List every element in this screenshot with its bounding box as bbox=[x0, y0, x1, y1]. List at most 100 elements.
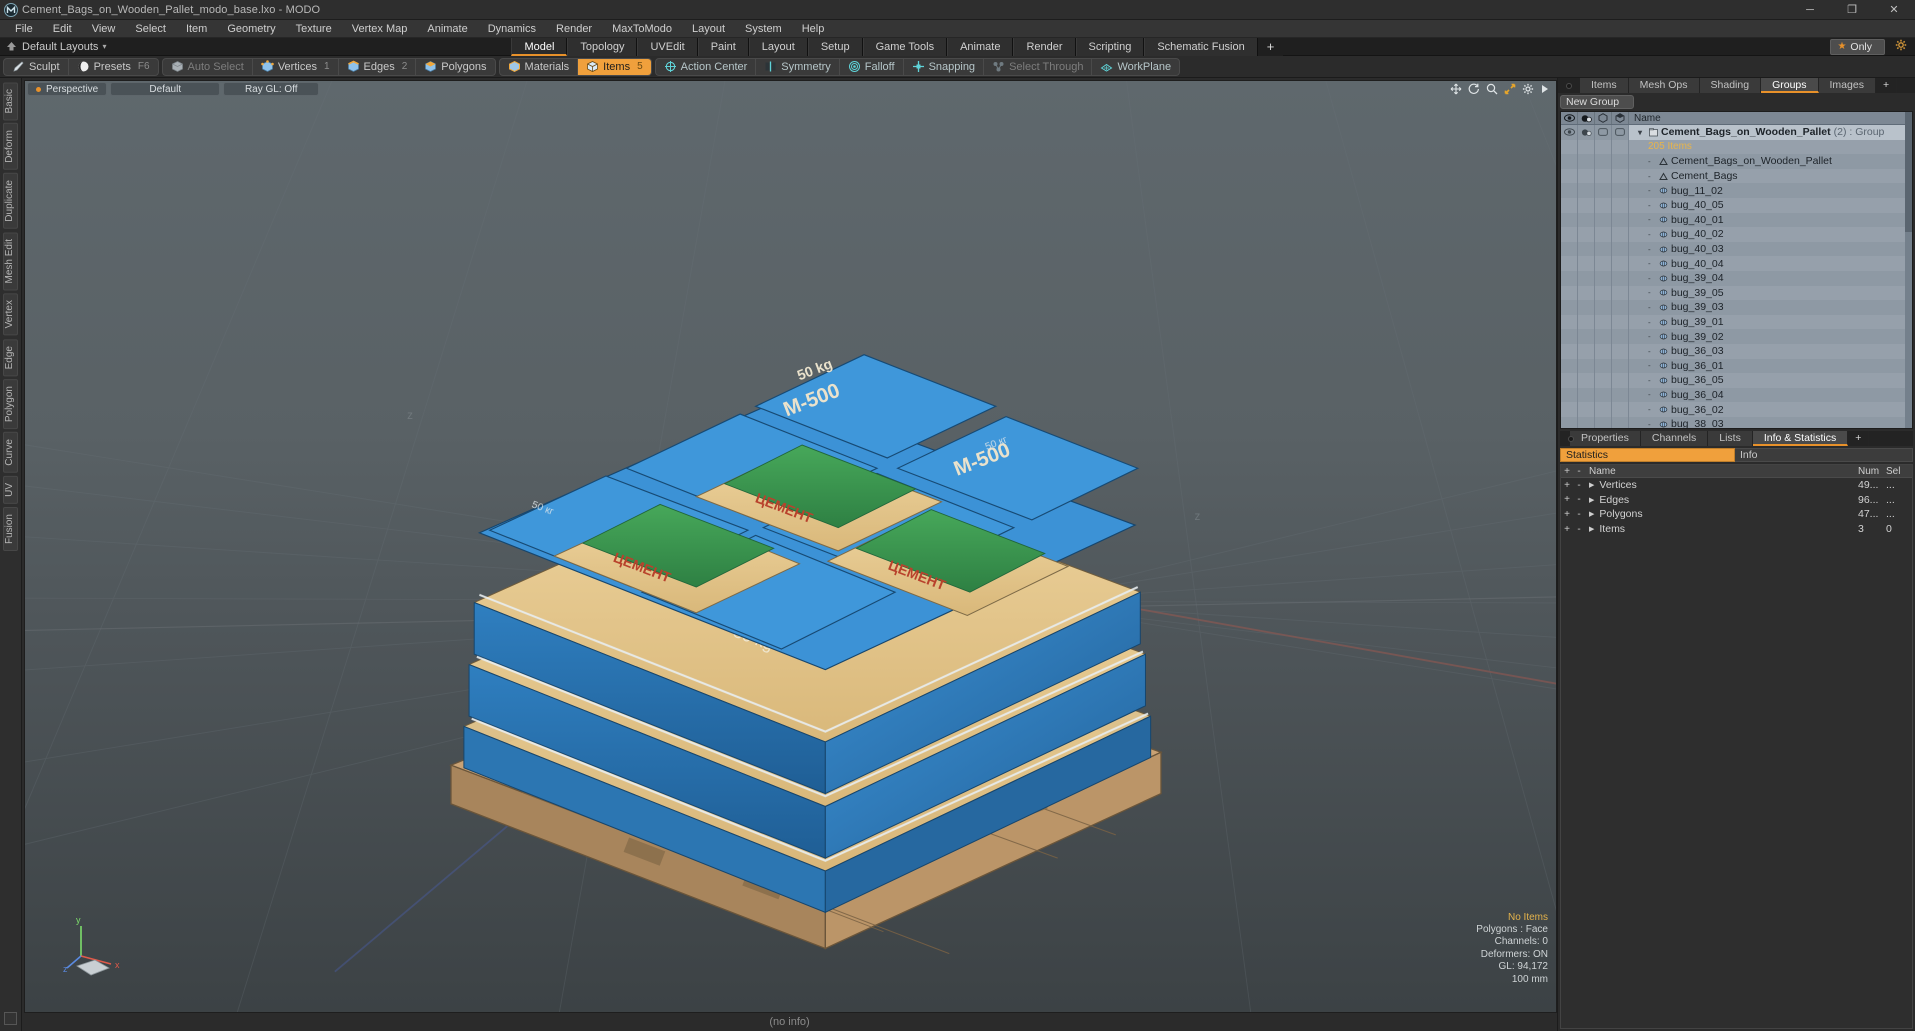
shade-toggle-checkbox[interactable] bbox=[1612, 168, 1629, 184]
wire-toggle-checkbox[interactable] bbox=[1595, 300, 1612, 315]
layout-tab-paint[interactable]: Paint bbox=[697, 37, 749, 56]
expand-triangle-icon[interactable]: ▶ bbox=[1589, 481, 1594, 489]
tree-row[interactable]: ‐ bug_40_03 bbox=[1629, 242, 1905, 257]
add-layout-tab-button[interactable]: + bbox=[1257, 37, 1284, 56]
tree-scrollbar[interactable] bbox=[1905, 112, 1912, 428]
eye-toggle-icon[interactable] bbox=[1561, 241, 1578, 257]
render-toggle-icon[interactable] bbox=[1578, 125, 1595, 140]
statistics-row[interactable]: + - ▶ Polygons 47...... bbox=[1561, 507, 1912, 522]
shade-toggle-checkbox[interactable] bbox=[1612, 125, 1629, 140]
tree-expander-icon[interactable]: ‐ bbox=[1648, 390, 1656, 399]
menu-item-edit[interactable]: Edit bbox=[43, 20, 82, 38]
layout-tab-render[interactable]: Render bbox=[1013, 37, 1076, 56]
render-toggle-icon[interactable] bbox=[1578, 373, 1595, 388]
wire-toggle-checkbox[interactable] bbox=[1595, 256, 1612, 271]
tree-expander-icon[interactable]: ‐ bbox=[1648, 230, 1656, 239]
shade-toggle-checkbox[interactable] bbox=[1612, 300, 1629, 315]
menu-item-item[interactable]: Item bbox=[176, 20, 217, 38]
layout-tab-scripting[interactable]: Scripting bbox=[1075, 37, 1145, 56]
left-tab-mesh-edit[interactable]: Mesh Edit bbox=[3, 231, 18, 291]
tree-expander-icon[interactable]: ‐ bbox=[1648, 172, 1656, 181]
tree-row[interactable]: ‐ bug_36_01 bbox=[1629, 359, 1905, 374]
menu-item-view[interactable]: View bbox=[82, 20, 126, 38]
render-toggle-icon[interactable] bbox=[1578, 387, 1595, 403]
maximize-button[interactable]: ❐ bbox=[1831, 0, 1873, 20]
tree-scroll-thumb[interactable] bbox=[1905, 112, 1912, 232]
expand-triangle-icon[interactable]: ▶ bbox=[1589, 510, 1594, 518]
shade-toggle-checkbox[interactable] bbox=[1612, 139, 1629, 155]
tree-expander-icon[interactable]: ▾ bbox=[1638, 128, 1646, 137]
tool-workplane[interactable]: WorkPlane bbox=[1092, 59, 1179, 75]
fit-icon[interactable] bbox=[1504, 83, 1516, 95]
tree-row[interactable]: ‐ bug_36_05 bbox=[1629, 373, 1905, 388]
wire-toggle-checkbox[interactable] bbox=[1595, 358, 1612, 374]
minimize-button[interactable]: ─ bbox=[1789, 0, 1831, 20]
menu-item-vertex-map[interactable]: Vertex Map bbox=[342, 20, 418, 38]
stats-remove-button[interactable]: - bbox=[1573, 524, 1585, 535]
group-tree[interactable]: Name ▾ Cement_Bags_on_Wooden_Pallet (2) : … bbox=[1560, 111, 1913, 429]
shade-icon[interactable] bbox=[1612, 112, 1629, 124]
stats-add-button[interactable]: + bbox=[1561, 480, 1573, 491]
wire-toggle-checkbox[interactable] bbox=[1595, 329, 1612, 344]
wire-toggle-checkbox[interactable] bbox=[1595, 125, 1612, 140]
stats-tab-properties[interactable]: Properties bbox=[1570, 431, 1641, 446]
render-toggle-icon[interactable] bbox=[1578, 402, 1595, 417]
wire-toggle-checkbox[interactable] bbox=[1595, 212, 1612, 228]
wire-toggle-checkbox[interactable] bbox=[1595, 227, 1612, 242]
tree-row[interactable]: ‐ bug_40_02 bbox=[1629, 227, 1905, 242]
tree-expander-icon[interactable]: ‐ bbox=[1648, 332, 1656, 341]
tree-expander-icon[interactable]: ‐ bbox=[1648, 201, 1656, 210]
tree-row[interactable]: ‐ bug_11_02 bbox=[1629, 183, 1905, 198]
tree-row[interactable]: ‐ bug_40_04 bbox=[1629, 256, 1905, 271]
stats-tab-lists[interactable]: Lists bbox=[1708, 431, 1753, 446]
eye-toggle-icon[interactable] bbox=[1561, 358, 1578, 374]
tool-vertices[interactable]: Vertices 1 bbox=[253, 58, 339, 75]
tree-expander-icon[interactable]: ‐ bbox=[1648, 318, 1656, 327]
render-toggle-icon[interactable] bbox=[1578, 212, 1595, 228]
menu-item-texture[interactable]: Texture bbox=[286, 20, 342, 38]
left-tabs-toggle-box[interactable] bbox=[4, 1012, 17, 1025]
tree-expander-icon[interactable]: ‐ bbox=[1648, 215, 1656, 224]
layout-tab-setup[interactable]: Setup bbox=[807, 37, 863, 56]
layout-tab-animate[interactable]: Animate bbox=[947, 37, 1014, 56]
tool-select-through[interactable]: Select Through bbox=[984, 58, 1093, 75]
eye-toggle-icon[interactable] bbox=[1561, 139, 1578, 155]
eye-icon[interactable] bbox=[1561, 112, 1578, 124]
eye-toggle-icon[interactable] bbox=[1561, 197, 1578, 213]
tool-presets[interactable]: Presets F6 bbox=[69, 59, 158, 75]
wire-icon[interactable] bbox=[1595, 112, 1612, 124]
left-tab-basic[interactable]: Basic bbox=[3, 82, 18, 121]
stats-remove-button[interactable]: - bbox=[1573, 509, 1585, 520]
shade-toggle-checkbox[interactable] bbox=[1612, 285, 1629, 301]
menu-item-help[interactable]: Help bbox=[792, 20, 835, 38]
wire-toggle-checkbox[interactable] bbox=[1595, 373, 1612, 388]
menu-item-maxtomodo[interactable]: MaxToModo bbox=[602, 20, 682, 38]
tree-row[interactable]: ‐ bug_36_04 bbox=[1629, 388, 1905, 403]
menu-item-dynamics[interactable]: Dynamics bbox=[478, 20, 546, 38]
left-tab-fusion[interactable]: Fusion bbox=[3, 506, 18, 551]
left-tab-duplicate[interactable]: Duplicate bbox=[3, 173, 18, 229]
menu-item-animate[interactable]: Animate bbox=[417, 20, 477, 38]
tree-expander-icon[interactable]: ‐ bbox=[1648, 274, 1656, 283]
render-toggle-icon[interactable] bbox=[1578, 139, 1595, 155]
eye-toggle-icon[interactable] bbox=[1561, 168, 1578, 184]
left-tab-polygon[interactable]: Polygon bbox=[3, 379, 18, 430]
wire-toggle-checkbox[interactable] bbox=[1595, 139, 1612, 155]
shade-toggle-checkbox[interactable] bbox=[1612, 358, 1629, 374]
left-tab-uv[interactable]: UV bbox=[3, 475, 18, 504]
left-tab-vertex[interactable]: Vertex bbox=[3, 293, 18, 336]
viewport-shading-selector[interactable]: Default bbox=[110, 82, 221, 96]
stats-remove-button[interactable]: - bbox=[1573, 480, 1585, 491]
viewport-view-selector[interactable]: Perspective bbox=[27, 82, 108, 96]
gear-icon[interactable] bbox=[1891, 39, 1911, 54]
tree-expander-icon[interactable]: ‐ bbox=[1648, 288, 1656, 297]
move-icon[interactable] bbox=[1450, 83, 1462, 95]
only-button[interactable]: ★ Only bbox=[1830, 38, 1885, 55]
new-group-button[interactable]: New Group bbox=[1560, 95, 1634, 109]
wire-toggle-checkbox[interactable] bbox=[1595, 402, 1612, 417]
tool-sculpt[interactable]: Sculpt bbox=[4, 58, 69, 75]
right-tab-items[interactable]: Items bbox=[1580, 78, 1629, 93]
tree-row[interactable]: ‐ bug_38_03 bbox=[1629, 417, 1905, 428]
menu-item-render[interactable]: Render bbox=[546, 20, 602, 38]
viewport-raygl-toggle[interactable]: Ray GL: Off bbox=[223, 82, 320, 96]
